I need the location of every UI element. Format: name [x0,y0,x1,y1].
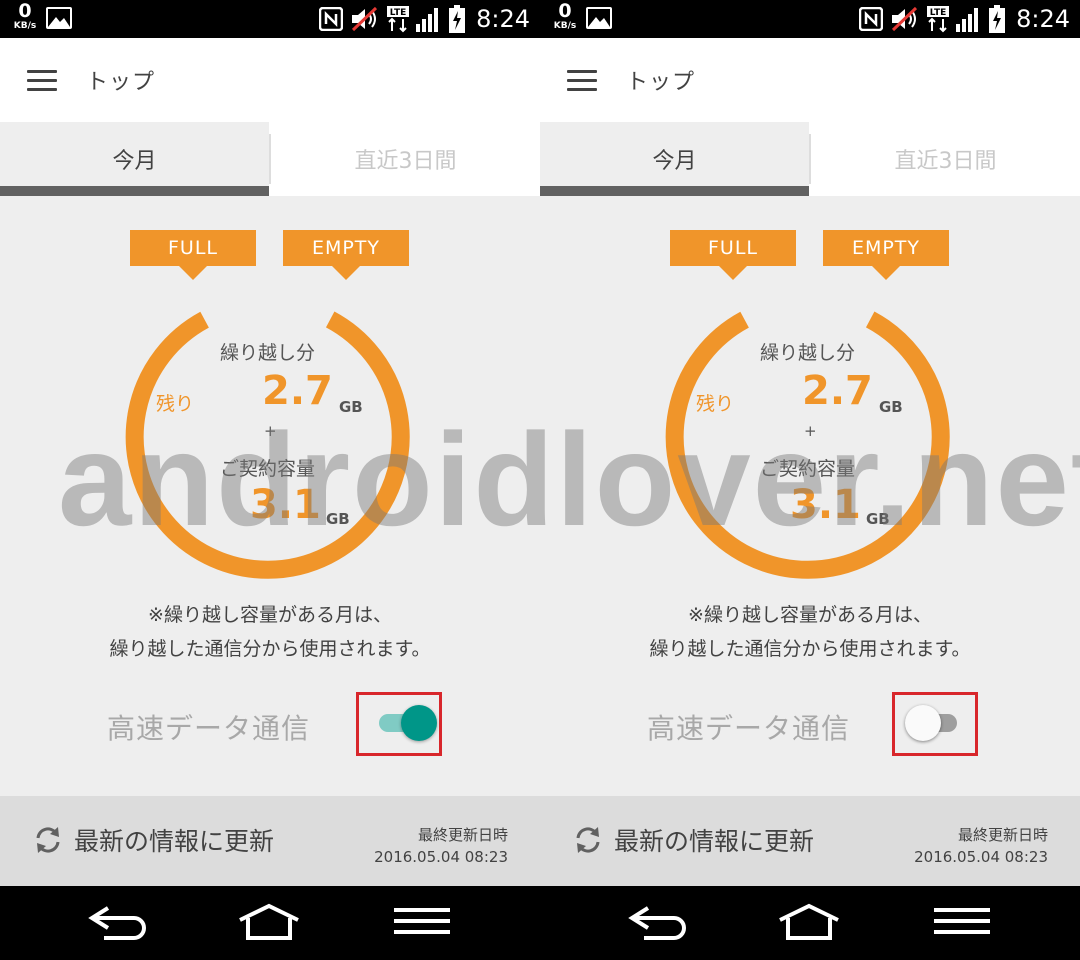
signal-icon [416,8,439,32]
phone-screen-right: 0 KB/s LTE 8:24 トップ 今月 直近3日間 FULL EMPTY … [540,0,1080,960]
last-updated-time: 2016.05.04 08:23 [374,848,508,866]
full-marker: FULL [670,230,796,280]
nfc-icon [859,7,884,31]
usage-content: FULL EMPTY 繰り越し分 残り 2.7 GB + ご契約容量 3.1 G… [0,196,540,796]
network-speed-value: 0 [558,0,572,22]
contract-value: 3.1 [250,482,321,528]
battery-charging-icon [989,5,1006,33]
toggle-thumb [905,705,941,741]
status-bar: 0 KB/s LTE 8:24 [540,0,1080,38]
status-bar: 0 KB/s LTE 8:24 [0,0,540,38]
network-speed-indicator: 0 KB/s [8,2,42,31]
back-icon[interactable] [626,900,690,944]
plus-sign: + [264,422,277,440]
refresh-bar: 最新の情報に更新 最終更新日時 2016.05.04 08:23 [540,796,1080,886]
tab-label: 直近3日間 [354,149,457,174]
svg-text:LTE: LTE [390,8,407,18]
remaining-label: 残り [696,393,735,415]
carryover-value: 2.7 [802,368,873,414]
last-updated-time: 2016.05.04 08:23 [914,848,1048,866]
highlight-box [356,692,442,756]
last-updated-label: 最終更新日時 [417,826,508,844]
period-tabs: 今月 直近3日間 [540,122,1080,196]
tab-active-indicator [540,186,809,196]
toggle-thumb [401,705,437,741]
tab-label: 直近3日間 [894,149,997,174]
home-icon[interactable] [236,900,302,944]
tab-last-3-days[interactable]: 直近3日間 [271,122,540,196]
tab-label: 今月 [652,149,697,174]
carryover-note-line2: 繰り越した通信分から使用されます。 [649,638,971,660]
menu-icon[interactable] [394,900,450,944]
contract-value: 3.1 [790,482,861,528]
network-speed-indicator: 0 KB/s [548,2,582,31]
hamburger-menu-icon[interactable] [27,70,57,92]
carryover-value: 2.7 [262,368,333,414]
contract-unit: GB [866,510,890,528]
remaining-label: 残り [156,393,195,415]
app-title: トップ [86,70,156,95]
app-bar: トップ [0,38,540,122]
tab-this-month[interactable]: 今月 [0,122,269,196]
full-marker: FULL [130,230,256,280]
home-icon[interactable] [776,900,842,944]
menu-icon[interactable] [934,900,990,944]
last-updated-label: 最終更新日時 [957,826,1048,844]
tab-label: 今月 [112,149,157,174]
highlight-box [892,692,978,756]
empty-marker: EMPTY [283,230,409,280]
usage-content: FULL EMPTY 繰り越し分 残り 2.7 GB + ご契約容量 3.1 G… [540,196,1080,796]
image-notification-icon [46,7,72,29]
back-icon[interactable] [86,900,150,944]
image-notification-icon [586,7,612,29]
contract-label: ご契約容量 [760,458,856,480]
navigation-bar [0,886,540,960]
clock: 8:24 [476,5,530,33]
network-speed-unit: KB/s [553,21,577,31]
carryover-note-line2: 繰り越した通信分から使用されます。 [109,638,431,660]
mute-icon [892,6,918,32]
phone-screen-left: 0 KB/s LTE 8:24 トップ 今月 直近3日間 FULL EMPTY … [0,0,540,960]
empty-marker: EMPTY [823,230,949,280]
lte-icon: LTE [387,6,410,33]
period-tabs: 今月 直近3日間 [0,122,540,196]
tab-this-month[interactable]: 今月 [540,122,809,196]
carryover-label: 繰り越し分 [760,342,856,364]
carryover-label: 繰り越し分 [220,342,316,364]
mute-icon [352,6,378,32]
refresh-button[interactable]: 最新の情報に更新 [74,822,274,858]
network-speed-unit: KB/s [13,21,37,31]
carryover-note-line1: ※繰り越し容量がある月は、 [148,604,392,626]
battery-charging-icon [449,5,466,33]
hamburger-menu-icon[interactable] [567,70,597,92]
carryover-note-line1: ※繰り越し容量がある月は、 [688,604,932,626]
refresh-icon[interactable] [572,824,604,856]
svg-text:LTE: LTE [930,8,947,18]
network-speed-value: 0 [18,0,32,22]
high-speed-data-label: 高速データ通信 [107,712,311,745]
navigation-bar [540,886,1080,960]
lte-icon: LTE [927,6,950,33]
signal-icon [956,8,979,32]
plus-sign: + [804,422,817,440]
carryover-unit: GB [879,398,903,416]
refresh-bar: 最新の情報に更新 最終更新日時 2016.05.04 08:23 [0,796,540,886]
refresh-icon[interactable] [32,824,64,856]
app-title: トップ [626,70,696,95]
carryover-unit: GB [339,398,363,416]
tab-active-indicator [0,186,269,196]
contract-unit: GB [326,510,350,528]
tab-last-3-days[interactable]: 直近3日間 [811,122,1080,196]
refresh-button[interactable]: 最新の情報に更新 [614,822,814,858]
contract-label: ご契約容量 [220,458,316,480]
nfc-icon [319,7,344,31]
app-bar: トップ [540,38,1080,122]
high-speed-data-label: 高速データ通信 [647,712,851,745]
clock: 8:24 [1016,5,1070,33]
